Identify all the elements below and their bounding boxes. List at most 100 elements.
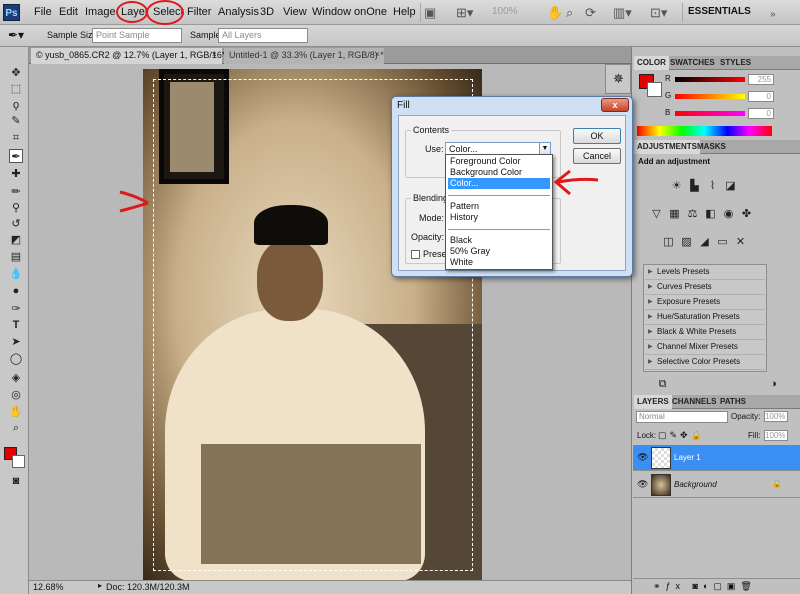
visibility-eye-icon[interactable]: 👁 xyxy=(637,452,648,463)
preset-selective-color[interactable]: Selective Color Presets xyxy=(645,355,765,370)
option-white[interactable]: White xyxy=(448,257,550,268)
tab-adjustments[interactable]: ADJUSTMENTS xyxy=(634,140,701,154)
preserve-transparency-checkbox[interactable] xyxy=(411,250,420,259)
option-black[interactable]: Black xyxy=(448,235,550,246)
arrange-documents-icon[interactable]: ▥▾ xyxy=(613,5,632,20)
exposure-icon[interactable]: ◪ xyxy=(724,180,737,193)
channel-g-slider[interactable] xyxy=(675,94,745,99)
color-panel-background-swatch[interactable] xyxy=(647,82,662,97)
layer-row[interactable]: 👁 Background 🔒 xyxy=(633,472,800,498)
gradient-map-icon[interactable]: ▭ xyxy=(716,236,729,249)
channel-mixer-icon[interactable]: ✤ xyxy=(740,208,753,221)
close-icon[interactable]: x xyxy=(601,98,629,112)
invert-icon[interactable]: ◫ xyxy=(662,236,675,249)
workspace-menu-icon[interactable]: » xyxy=(770,7,776,22)
sample-select[interactable]: All Layers xyxy=(218,28,308,43)
zoom-level[interactable]: 100% xyxy=(492,6,518,17)
tab-swatches[interactable]: SWATCHES xyxy=(667,56,718,70)
shape-tool-icon[interactable]: ◯ xyxy=(9,352,23,366)
curves-icon[interactable]: ⌇ xyxy=(706,180,719,193)
menu-file[interactable]: File xyxy=(34,6,52,18)
brightness-icon[interactable]: ☀ xyxy=(670,180,683,193)
threshold-icon[interactable]: ◢ xyxy=(698,236,711,249)
preset-channel-mixer[interactable]: Channel Mixer Presets xyxy=(645,340,765,355)
tab-color[interactable]: COLOR xyxy=(634,56,669,70)
hand-tool-panel-icon[interactable]: ✋ xyxy=(9,405,23,419)
menu-filter[interactable]: Filter xyxy=(187,6,211,18)
menu-help[interactable]: Help xyxy=(393,6,416,18)
eyedropper-preset-icon[interactable]: ✒▾ xyxy=(8,28,24,42)
tab-masks[interactable]: MASKS xyxy=(694,140,729,154)
status-zoom[interactable]: 12.68% xyxy=(33,582,64,592)
photo-filter-icon[interactable]: ◉ xyxy=(722,208,735,221)
layer-actions-icons[interactable]: ⚭ƒx ◙◐▢▣🗑 xyxy=(653,581,757,592)
path-selection-tool-icon[interactable]: ➤ xyxy=(9,335,23,349)
layer-name[interactable]: Background xyxy=(674,480,717,489)
brush-tool-icon[interactable]: ✏ xyxy=(9,185,23,199)
preset-curves[interactable]: Curves Presets xyxy=(645,280,765,295)
healing-brush-tool-icon[interactable]: ✚ xyxy=(9,167,23,181)
status-menu-icon[interactable]: ▸ xyxy=(98,581,102,590)
tab-styles[interactable]: STYLES xyxy=(717,56,754,70)
menu-image[interactable]: Image xyxy=(85,6,116,18)
visibility-eye-icon[interactable]: 👁 xyxy=(637,479,648,490)
history-brush-tool-icon[interactable]: ↺ xyxy=(9,217,23,231)
menu-onone[interactable]: onOne xyxy=(354,6,387,18)
lasso-tool-icon[interactable]: ϙ xyxy=(9,98,23,112)
opacity-field[interactable]: 100% xyxy=(764,411,788,422)
preset-black-white[interactable]: Black & White Presets xyxy=(645,325,765,340)
menu-edit[interactable]: Edit xyxy=(59,6,78,18)
quick-select-tool-icon[interactable]: ✎ xyxy=(9,114,23,128)
background-color-swatch[interactable] xyxy=(12,455,25,468)
gradient-tool-icon[interactable]: ▤ xyxy=(9,250,23,264)
option-pattern[interactable]: Pattern xyxy=(448,201,550,212)
tab-layers[interactable]: LAYERS xyxy=(634,395,672,409)
dodge-tool-icon[interactable]: ● xyxy=(9,284,23,298)
color-balance-icon[interactable]: ⚖ xyxy=(686,208,699,221)
lock-options-icon[interactable]: ▢✎✥🔒 xyxy=(658,430,705,441)
option-color[interactable]: Color... xyxy=(448,178,550,189)
pen-tool-icon[interactable]: ✑ xyxy=(9,302,23,316)
hue-saturation-icon[interactable]: ▦ xyxy=(668,208,681,221)
channel-r-value[interactable]: 255 xyxy=(748,74,774,85)
menu-analysis[interactable]: Analysis xyxy=(218,6,259,18)
hand-tool-icon[interactable]: ✋ xyxy=(547,5,563,20)
sample-size-select[interactable]: Point Sample xyxy=(92,28,182,43)
zoom-tool-panel-icon[interactable]: ⌕ xyxy=(9,421,23,435)
3d-rotate-tool-icon[interactable]: ◈ xyxy=(9,371,23,385)
menu-window[interactable]: Window xyxy=(312,6,351,18)
preset-hue-saturation[interactable]: Hue/Saturation Presets xyxy=(645,310,765,325)
ok-button[interactable]: OK xyxy=(573,128,621,144)
channel-b-slider[interactable] xyxy=(675,111,745,116)
channel-r-slider[interactable] xyxy=(675,77,745,82)
close-tab-icon[interactable]: × xyxy=(212,50,217,59)
type-tool-icon[interactable]: T xyxy=(9,318,23,332)
blur-tool-icon[interactable]: 💧 xyxy=(9,267,23,281)
vibrance-icon[interactable]: ▽ xyxy=(650,208,663,221)
levels-icon[interactable]: ▙ xyxy=(688,180,701,193)
rotate-view-icon[interactable]: ⟳ xyxy=(585,5,596,20)
view-extras-icon[interactable]: ⊞▾ xyxy=(456,5,473,20)
cancel-button[interactable]: Cancel xyxy=(573,148,621,164)
layer-row-selected[interactable]: 👁 Layer 1 xyxy=(633,445,800,471)
document-tab-inactive[interactable]: Untitled-1 @ 33.3% (Layer 1, RGB/8) * xyxy=(224,48,384,64)
posterize-icon[interactable]: ▨ xyxy=(680,236,693,249)
channel-g-value[interactable]: 0 xyxy=(748,91,774,102)
tab-paths[interactable]: PATHS xyxy=(717,395,749,409)
marquee-tool-icon[interactable]: ⬚ xyxy=(9,82,23,96)
eyedropper-tool-icon[interactable]: ✒ xyxy=(9,149,23,163)
menu-view[interactable]: View xyxy=(283,6,307,18)
color-spectrum-ramp[interactable] xyxy=(637,126,772,136)
preset-exposure[interactable]: Exposure Presets xyxy=(645,295,765,310)
document-tab-active[interactable]: © yusb_0865.CR2 @ 12.7% (Layer 1, RGB/16… xyxy=(31,48,234,64)
clone-stamp-tool-icon[interactable]: ⚲ xyxy=(9,201,23,215)
preset-levels[interactable]: Levels Presets xyxy=(645,265,765,280)
bridge-icon[interactable]: ▣ xyxy=(424,5,436,20)
navigator-panel-icon[interactable]: ✵ xyxy=(613,71,624,87)
panel-options-icon[interactable]: ◑ xyxy=(767,378,780,391)
crop-tool-icon[interactable]: ⌗ xyxy=(9,131,23,145)
option-foreground-color[interactable]: Foreground Color xyxy=(448,156,550,167)
fill-field[interactable]: 100% xyxy=(764,430,788,441)
move-tool-icon[interactable]: ✥ xyxy=(9,66,23,80)
eraser-tool-icon[interactable]: ◩ xyxy=(9,233,23,247)
